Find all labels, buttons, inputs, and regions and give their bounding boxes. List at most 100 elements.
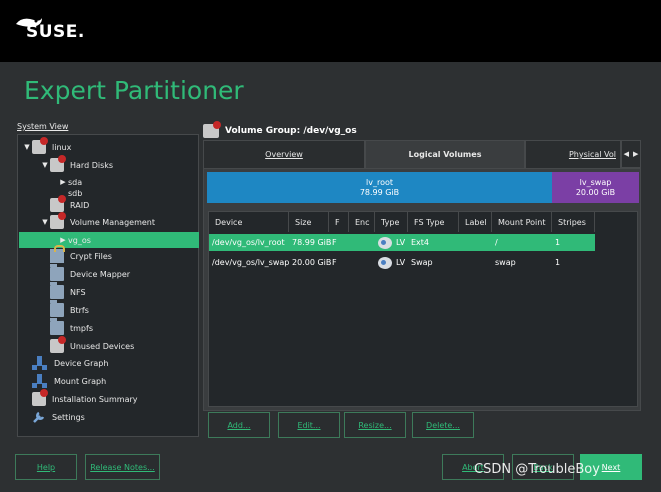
system-view-label: System View: [17, 122, 69, 131]
logical-volumes-panel: lv_root 78.99 GiB lv_swap 20.00 GiB Device S…: [203, 168, 641, 411]
tree-item-settings[interactable]: Settings: [22, 409, 85, 425]
column-header-size[interactable]: Size: [289, 212, 329, 232]
help-button[interactable]: Help: [15, 454, 77, 480]
column-header-enc[interactable]: Enc: [349, 212, 375, 232]
tree-item-device-graph[interactable]: Device Graph: [22, 355, 108, 371]
tree-item-label: Btrfs: [70, 305, 89, 315]
tree-item-label: Mount Graph: [54, 376, 107, 386]
cell-mount: swap: [495, 258, 516, 267]
tab-scroll-buttons[interactable]: ◀ ▶: [621, 140, 641, 168]
column-header-mount-point[interactable]: Mount Point: [492, 212, 552, 232]
cell-stripes: 1: [555, 238, 561, 247]
cell-device: /dev/vg_os/lv_swap: [212, 258, 290, 267]
tree-item-label: Volume Management: [70, 217, 155, 227]
tree-item-installation-summary[interactable]: Installation Summary: [22, 389, 138, 407]
segment-size: 78.99 GiB: [359, 187, 400, 197]
volume-group-icon: [203, 121, 221, 138]
disk-icon: [32, 389, 48, 406]
usage-segment-lv-root: lv_root 78.99 GiB: [207, 172, 552, 203]
tree-item-label: vg_os: [68, 235, 91, 245]
tree-item-label: Device Mapper: [70, 269, 131, 279]
tree-item-unused-devices[interactable]: Unused Devices: [40, 336, 135, 354]
volume-group-header: Volume Group: /dev/vg_os: [203, 121, 357, 140]
tree-item-volume-management[interactable]: ▼ Volume Management: [40, 212, 155, 230]
resize-button[interactable]: Resize...: [344, 412, 406, 438]
usage-segment-lv-swap: lv_swap 20.00 GiB: [552, 172, 639, 203]
tree-item-label: Settings: [52, 412, 85, 422]
tree-item-label: Crypt Files: [70, 251, 112, 261]
cell-enc: [349, 254, 375, 271]
cell-stripes: 1: [555, 258, 561, 267]
graph-icon: [32, 356, 48, 370]
segment-name: lv_root: [366, 177, 393, 187]
tree-item-label: Installation Summary: [52, 394, 138, 404]
watermark-text: CSDN @TroubleBoy: [474, 462, 600, 477]
tree-item-label: Hard Disks: [70, 160, 114, 170]
column-header-fs-type[interactable]: FS Type: [408, 212, 459, 232]
cell-size: 78.99 GiB: [292, 238, 332, 247]
cell-size: 20.00 GiB: [292, 258, 332, 267]
cell-mount: /: [495, 238, 498, 247]
table-row[interactable]: /dev/vg_os/lv_root 78.99 GiB F LV Ext4 / 1: [209, 234, 595, 251]
tab-logical-volumes[interactable]: Logical Volumes: [365, 140, 525, 168]
chevron-right-icon[interactable]: ▶: [58, 236, 68, 244]
edit-button[interactable]: Edit...: [278, 412, 340, 438]
disk-icon: [50, 212, 66, 229]
tree-item-linux[interactable]: ▼ linux: [22, 137, 72, 155]
tree-item-btrfs[interactable]: Btrfs: [40, 300, 89, 318]
tab-overview[interactable]: Overview: [203, 140, 365, 168]
table-row[interactable]: /dev/vg_os/lv_swap 20.00 GiB F LV Swap swap 1: [209, 254, 595, 271]
folder-icon: [50, 300, 64, 317]
tree-item-label: tmpfs: [70, 323, 93, 333]
chevron-down-icon[interactable]: ▼: [40, 161, 50, 169]
tree-item-device-mapper[interactable]: Device Mapper: [40, 264, 131, 282]
logical-volume-icon: [378, 256, 392, 269]
tab-scroll-left-icon[interactable]: ◀: [624, 150, 629, 158]
tab-bar: Overview Logical Volumes Physical Vol ◀ …: [203, 140, 641, 168]
tab-scroll-right-icon[interactable]: ▶: [633, 150, 638, 158]
column-header-f[interactable]: F: [329, 212, 349, 232]
tree-item-mount-graph[interactable]: Mount Graph: [22, 373, 106, 389]
main-area: Expert Partitioner System View ▼ linux ▼ Ha…: [0, 62, 661, 492]
disk-icon: [50, 195, 66, 212]
tree-item-label: Unused Devices: [70, 341, 135, 351]
add-button[interactable]: Add...: [208, 412, 270, 438]
cell-enc: [349, 234, 375, 251]
tree-item-label: Device Graph: [54, 358, 109, 368]
delete-button[interactable]: Delete...: [412, 412, 474, 438]
column-header-label[interactable]: Label: [459, 212, 492, 232]
brand-logo-text: SUSE.: [26, 22, 85, 42]
column-header-type[interactable]: Type: [375, 212, 408, 232]
tree-item-hard-disks[interactable]: ▼ Hard Disks: [40, 155, 114, 173]
folder-icon: [50, 282, 64, 299]
column-header-stripes[interactable]: Stripes: [552, 212, 595, 232]
cell-f: F: [332, 238, 337, 247]
column-header-device[interactable]: Device: [209, 212, 289, 232]
cell-device: /dev/vg_os/lv_root: [212, 238, 285, 247]
lock-icon: [50, 245, 65, 263]
cell-label: [459, 254, 492, 271]
chevron-down-icon[interactable]: ▼: [22, 143, 32, 151]
release-notes-button[interactable]: Release Notes...: [85, 454, 160, 480]
tab-physical-volumes[interactable]: Physical Vol: [525, 140, 621, 168]
volume-group-title: Volume Group: /dev/vg_os: [225, 126, 357, 136]
folder-icon: [50, 318, 64, 335]
wrench-icon: [32, 410, 46, 424]
tree-item-label: linux: [52, 142, 72, 152]
tree-item-vg-os[interactable]: ▶ vg_os: [19, 232, 199, 248]
page-title: Expert Partitioner: [24, 76, 244, 105]
tree-item-tmpfs[interactable]: tmpfs: [40, 318, 93, 336]
top-bar: SUSE.: [0, 0, 661, 62]
cell-label: [459, 234, 492, 251]
tree-item-label: NFS: [70, 287, 86, 297]
tree-item-raid[interactable]: RAID: [40, 195, 89, 213]
disk-icon: [50, 336, 66, 353]
tree-item-crypt-files[interactable]: Crypt Files: [40, 245, 112, 264]
tree-item-nfs[interactable]: NFS: [40, 282, 86, 300]
system-view-tree[interactable]: ▼ linux ▼ Hard Disks ▶ sda sdb RAID ▼ Volume Mana…: [17, 134, 199, 437]
cell-fs-type: Swap: [411, 258, 433, 267]
chevron-down-icon[interactable]: ▼: [40, 218, 50, 226]
logical-volumes-table[interactable]: Device Size F Enc Type FS Type Label Mount Poin…: [208, 211, 638, 407]
folder-icon: [50, 264, 64, 281]
cell-f: F: [332, 258, 337, 267]
